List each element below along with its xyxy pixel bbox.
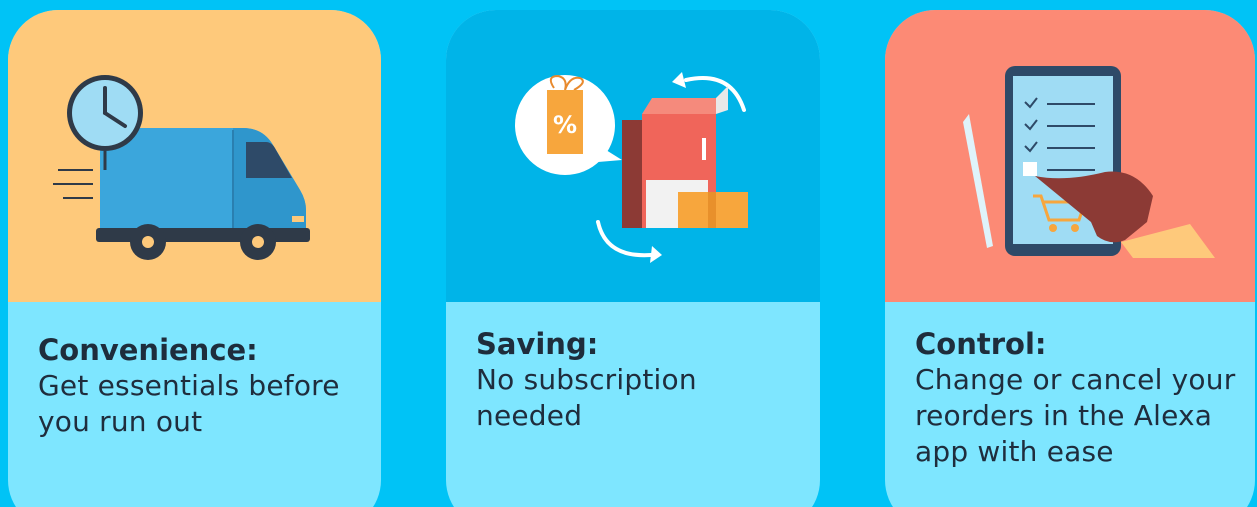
card-text-line: app with ease (915, 435, 1114, 468)
card-text-line: needed (476, 399, 583, 432)
card-text-line: No subscription (476, 363, 697, 396)
card-text-line: Get essentials before (38, 369, 340, 402)
card-heading: Saving: (476, 327, 599, 361)
card-heading: Convenience: (38, 333, 258, 367)
card-text-line: you run out (38, 405, 203, 438)
convenience-card: Convenience: Get essentials before you r… (8, 10, 381, 507)
tablet-checklist-cart-icon (885, 10, 1255, 302)
control-caption: Control: Change or cancel your reorders … (915, 326, 1237, 470)
discount-tag-box-icon: % (446, 10, 820, 302)
feature-cards: Convenience: Get essentials before you r… (0, 0, 1257, 507)
convenience-caption: Convenience: Get essentials before you r… (38, 332, 363, 440)
saving-card: % Saving: No subscription needed (446, 10, 820, 507)
saving-caption: Saving: No subscription needed (476, 326, 802, 434)
control-card: Control: Change or cancel your reorders … (885, 10, 1255, 507)
card-heading: Control: (915, 327, 1047, 361)
delivery-van-clock-icon (8, 10, 381, 302)
percent-label: % (553, 111, 577, 139)
card-text-line: Change or cancel your (915, 363, 1236, 396)
card-text-line: reorders in the Alexa (915, 399, 1213, 432)
